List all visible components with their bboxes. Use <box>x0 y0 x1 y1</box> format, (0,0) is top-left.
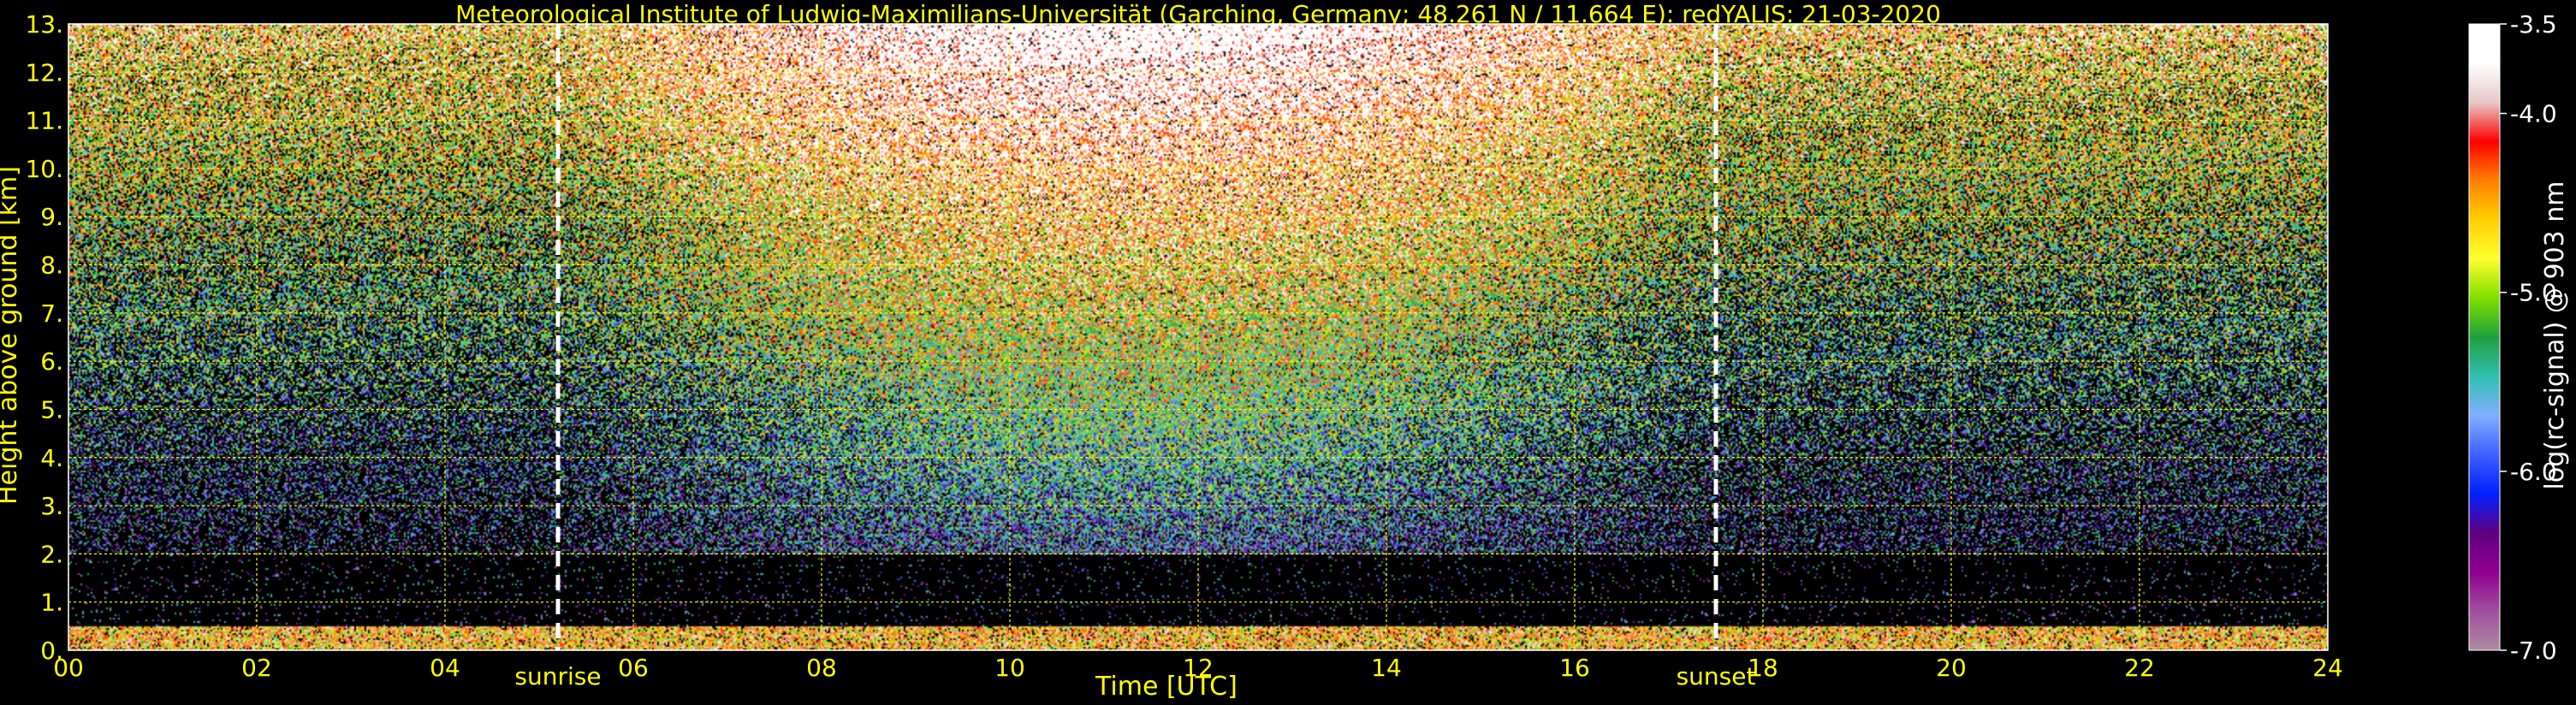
x-tick-label: 14 <box>1371 654 1402 682</box>
y-tick-label: 6. <box>40 347 63 376</box>
colorbar-tick-label: -4.0 <box>2510 100 2557 128</box>
y-tick-label: 9. <box>40 203 63 231</box>
plot-area: 00 02 04 06 08 10 12 14 16 18 20 22 24 0. 1. 2. 3. 4. 5. 6.… <box>25 10 2342 690</box>
y-tick-label: 13. <box>25 10 63 39</box>
colorbar <box>2469 24 2500 650</box>
y-tick-label: 10. <box>25 155 63 183</box>
y-tick-label: 11. <box>25 107 63 135</box>
x-tick-label: 08 <box>806 654 837 682</box>
sunrise-label: sunrise <box>514 662 601 690</box>
y-tick-label: 4. <box>40 444 63 472</box>
x-tick-label: 16 <box>1559 654 1590 682</box>
y-tick-label: 2. <box>40 540 63 568</box>
sunset-label: sunset <box>1677 662 1756 690</box>
x-tick-label: 06 <box>618 654 649 682</box>
x-tick-label: 20 <box>1936 654 1967 682</box>
colorbar-tick-label: -3.5 <box>2510 10 2557 39</box>
y-axis-label: Height above ground [km] <box>0 166 23 505</box>
chart-overlay: 00 02 04 06 08 10 12 14 16 18 20 22 240.1.2.3.4.5.6.… <box>25 10 2342 690</box>
x-tick-label: 22 <box>2124 654 2155 682</box>
y-tick-label: 8. <box>40 252 63 280</box>
y-tick-label: 5. <box>40 395 63 424</box>
x-tick-label: 10 <box>994 654 1025 682</box>
y-tick-label: 7. <box>40 299 63 328</box>
x-tick-label: 04 <box>430 654 460 682</box>
y-tick-label: 3. <box>40 492 63 520</box>
x-axis-label: Time [UTC] <box>1095 672 1238 702</box>
colorbar-tick-label: -7.0 <box>2510 637 2557 665</box>
colorbar-label: log(rc-signal) @ 903 nm <box>2540 181 2570 490</box>
y-tick-label: 0. <box>40 637 63 665</box>
y-tick-label: 12. <box>25 58 63 86</box>
x-tick-label: 24 <box>2312 654 2343 682</box>
y-tick-label: 1. <box>40 589 63 617</box>
x-tick-label: 02 <box>241 654 272 682</box>
